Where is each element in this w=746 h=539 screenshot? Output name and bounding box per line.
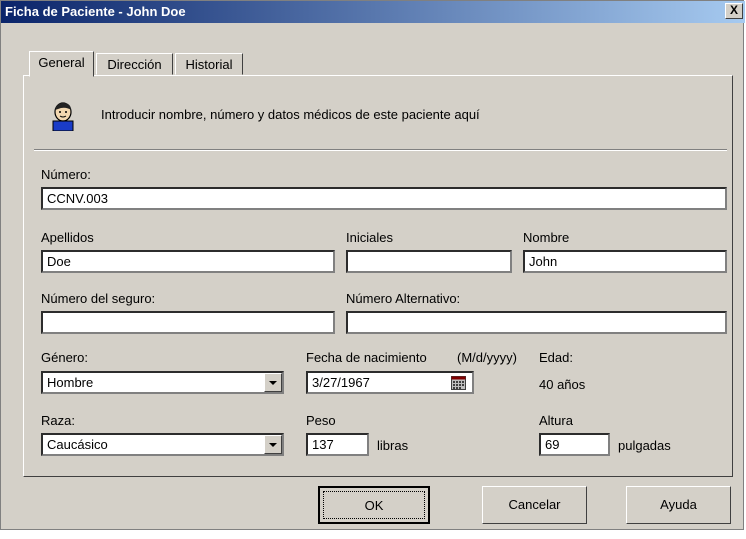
window-title: Ficha de Paciente - John Doe bbox=[5, 4, 186, 19]
calendar-icon[interactable] bbox=[451, 376, 466, 390]
nombre-input[interactable]: John bbox=[523, 250, 727, 273]
apellidos-input[interactable]: Doe bbox=[41, 250, 335, 273]
peso-input[interactable]: 137 bbox=[306, 433, 369, 456]
edad-value: 40 años bbox=[539, 377, 586, 392]
help-button[interactable]: Ayuda bbox=[626, 486, 731, 524]
altura-input[interactable]: 69 bbox=[539, 433, 610, 456]
tab-historial[interactable]: Historial bbox=[175, 53, 243, 75]
tab-panel-general bbox=[23, 75, 733, 477]
raza-value: Caucásico bbox=[47, 437, 108, 452]
nombre-label: Nombre bbox=[523, 230, 570, 245]
numero-label: Número: bbox=[41, 167, 91, 182]
tab-direccion[interactable]: Dirección bbox=[96, 53, 173, 75]
seguro-input[interactable] bbox=[41, 311, 335, 334]
nacimiento-value: 3/27/1967 bbox=[312, 375, 370, 390]
iniciales-label: Iniciales bbox=[346, 230, 393, 245]
alternativo-input[interactable] bbox=[346, 311, 727, 334]
altura-unit: pulgadas bbox=[618, 438, 671, 453]
cancel-button[interactable]: Cancelar bbox=[482, 486, 587, 524]
iniciales-input[interactable] bbox=[346, 250, 512, 273]
focus-rect bbox=[323, 491, 425, 519]
numero-input[interactable]: CCNV.003 bbox=[41, 187, 727, 210]
chevron-down-icon[interactable] bbox=[264, 373, 282, 392]
alternativo-label: Número Alternativo: bbox=[346, 291, 461, 306]
raza-select[interactable]: Caucásico bbox=[41, 433, 284, 456]
instruction-text: Introducir nombre, número y datos médico… bbox=[101, 107, 480, 122]
peso-unit: libras bbox=[377, 438, 409, 453]
chevron-down-icon[interactable] bbox=[264, 435, 282, 454]
genero-select[interactable]: Hombre bbox=[41, 371, 284, 394]
close-button[interactable]: X bbox=[725, 3, 743, 19]
tab-general[interactable]: General bbox=[29, 51, 94, 77]
nacimiento-format: (M/d/yyyy) bbox=[457, 350, 517, 365]
nacimiento-input[interactable]: 3/27/1967 bbox=[306, 371, 474, 394]
seguro-label: Número del seguro: bbox=[41, 291, 156, 306]
ok-button[interactable]: OK bbox=[318, 486, 430, 524]
divider bbox=[34, 149, 727, 151]
title-bar: Ficha de Paciente - John Doe X bbox=[1, 1, 745, 23]
patient-dialog: Ficha de Paciente - John Doe X General D… bbox=[0, 0, 745, 530]
nacimiento-label: Fecha de nacimiento bbox=[306, 350, 427, 365]
genero-label: Género: bbox=[41, 350, 88, 365]
raza-label: Raza: bbox=[41, 413, 75, 428]
edad-label: Edad: bbox=[539, 350, 573, 365]
altura-label: Altura bbox=[539, 413, 573, 428]
apellidos-label: Apellidos bbox=[41, 230, 94, 245]
genero-value: Hombre bbox=[47, 375, 94, 390]
peso-label: Peso bbox=[306, 413, 336, 428]
patient-icon bbox=[52, 102, 74, 131]
